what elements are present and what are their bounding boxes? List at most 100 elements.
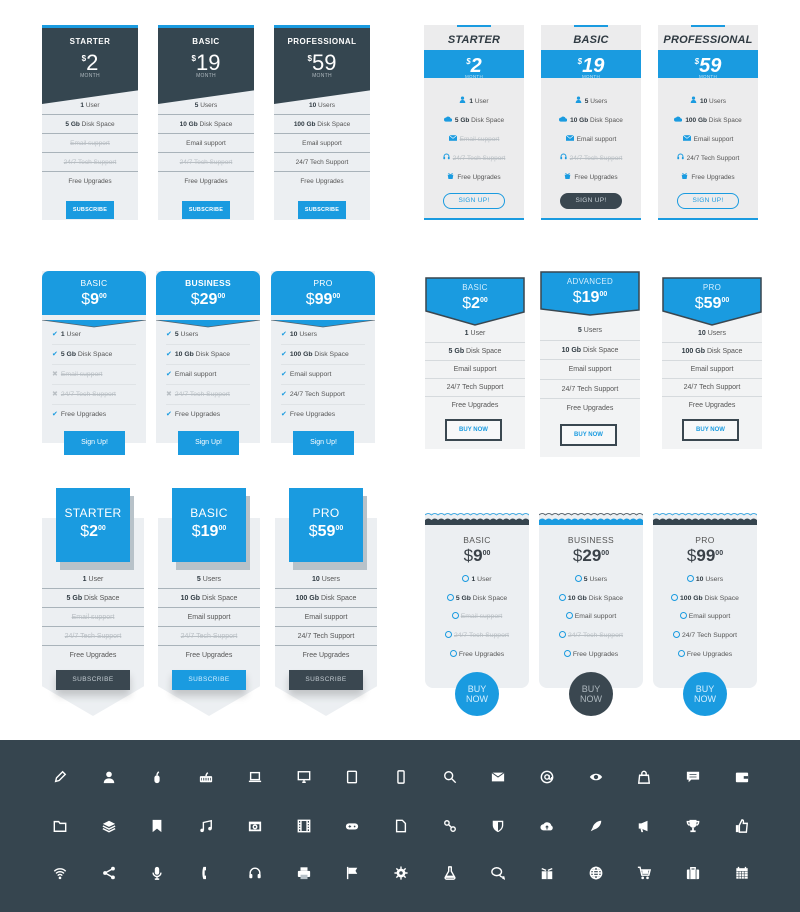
feature-label: User	[468, 330, 486, 337]
bookmark-icon[interactable]	[147, 816, 167, 836]
sign-up-button[interactable]: SIGN UP!	[677, 193, 739, 209]
keyboard-icon[interactable]	[196, 767, 216, 787]
cloud-upload-icon[interactable]	[537, 816, 557, 836]
gear-icon[interactable]	[391, 863, 411, 883]
sign-up-button[interactable]: Sign Up!	[178, 431, 239, 455]
feature-item: 100 Gb Disk Space	[662, 343, 762, 361]
megaphone-icon[interactable]	[634, 816, 654, 836]
pricing-card: PRO $9900 10 Users 100 Gb Disk Space Email s…	[652, 511, 764, 716]
laptop-icon[interactable]	[245, 767, 265, 787]
sign-up-button[interactable]: SIGN UP!	[560, 193, 622, 209]
billing-period: MONTH	[582, 74, 600, 79]
feature-item: 1 User	[42, 570, 144, 589]
music-icon[interactable]	[196, 816, 216, 836]
mouse-icon[interactable]	[147, 767, 167, 787]
buy-now-button[interactable]: BUY NOW	[560, 424, 617, 446]
shield-icon[interactable]	[488, 816, 508, 836]
wavy-header-band	[538, 511, 650, 525]
headset-icon[interactable]	[245, 863, 265, 883]
eye-icon[interactable]	[586, 767, 606, 787]
folder-icon[interactable]	[50, 816, 70, 836]
subscribe-button[interactable]: SUBSCRIBE	[289, 670, 363, 690]
circle-bullet-icon	[449, 649, 457, 657]
feature-label: Free Upgrades	[302, 652, 350, 659]
flask-icon[interactable]	[440, 863, 460, 883]
share-icon[interactable]	[99, 863, 119, 883]
sign-up-button[interactable]: Sign Up!	[64, 431, 125, 455]
wavy-header-band	[652, 511, 764, 525]
thumbs-up-icon[interactable]	[732, 816, 752, 836]
buy-now-button[interactable]: BUY NOW	[455, 672, 499, 716]
at-sign-icon[interactable]	[537, 767, 557, 787]
film-icon[interactable]	[294, 816, 314, 836]
feature-label: Disk Space	[586, 594, 624, 602]
buy-now-button[interactable]: BUY NOW	[682, 419, 739, 441]
globe-icon[interactable]	[586, 863, 606, 883]
feature-text: 10 Users	[309, 102, 335, 109]
user-icon[interactable]	[99, 767, 119, 787]
feature-label: 24/7 Tech Support	[64, 633, 122, 640]
plan-price: $2	[424, 50, 524, 76]
feature-label: Free Upgrades	[566, 405, 614, 412]
layers-icon[interactable]	[99, 816, 119, 836]
feature-label: Email support	[186, 140, 226, 147]
feature-list: ✔ 10 Users ✔ 100 Gb Disk Space ✔ Email suppor…	[281, 325, 365, 425]
buy-now-button[interactable]: BUY NOW	[569, 672, 613, 716]
shopping-cart-icon[interactable]	[634, 863, 654, 883]
flag-icon[interactable]	[342, 863, 362, 883]
feature-label: Disk Space	[581, 346, 619, 354]
shopping-bag-icon[interactable]	[634, 767, 654, 787]
billing-period: MONTH	[699, 74, 717, 79]
buy-now-button[interactable]: BUY NOW	[445, 419, 502, 441]
pencil-icon[interactable]	[50, 767, 70, 787]
subscribe-button[interactable]: SUBSCRIBE	[66, 201, 114, 219]
telephone-icon[interactable]	[196, 863, 216, 883]
feature-value: 100 Gb	[685, 117, 707, 124]
circle-bullet-icon	[677, 649, 685, 657]
sign-up-button[interactable]: SIGN UP!	[443, 193, 505, 209]
price-band: $19 MONTH	[541, 50, 641, 79]
plan-name: PROFESSIONAL	[287, 37, 357, 46]
printer-icon[interactable]	[294, 863, 314, 883]
document-icon[interactable]	[391, 816, 411, 836]
feature-item: Email support	[541, 130, 641, 149]
feature-value: 5 Gb	[448, 348, 465, 355]
wifi-icon[interactable]	[50, 863, 70, 883]
feature-item: 10 Gb Disk Space	[539, 590, 643, 609]
chat-bubbles-icon[interactable]	[488, 863, 508, 883]
feature-item: ✔ 5 Gb Disk Space	[52, 345, 136, 365]
circle-bullet-icon	[446, 593, 454, 601]
buy-now-button[interactable]: BUY NOW	[683, 672, 727, 716]
feature-item: Email support	[658, 130, 758, 149]
subscribe-button[interactable]: SUBSCRIBE	[182, 201, 230, 219]
rocket-icon[interactable]	[586, 816, 606, 836]
phone-icon[interactable]	[391, 767, 411, 787]
cross-icon: ✖	[166, 391, 172, 398]
subscribe-button[interactable]: SUBSCRIBE	[172, 670, 246, 690]
briefcase-icon[interactable]	[683, 863, 703, 883]
subscribe-button[interactable]: SUBSCRIBE	[56, 670, 130, 690]
tablet-icon[interactable]	[342, 767, 362, 787]
feature-item: 24/7 Tech Support	[424, 149, 524, 168]
currency-symbol: $	[308, 523, 318, 540]
photo-icon[interactable]	[245, 816, 265, 836]
envelope-icon[interactable]	[488, 767, 508, 787]
trophy-icon[interactable]	[683, 816, 703, 836]
price-band: $2 MONTH	[424, 50, 524, 79]
sign-up-button[interactable]: Sign Up!	[293, 431, 354, 455]
link-icon[interactable]	[440, 816, 460, 836]
gamepad-icon[interactable]	[342, 816, 362, 836]
calendar-icon[interactable]	[732, 863, 752, 883]
feature-text: Free Upgrades	[574, 174, 617, 181]
monitor-icon[interactable]	[294, 767, 314, 787]
gift-box-icon[interactable]	[537, 863, 557, 883]
wallet-icon[interactable]	[732, 767, 752, 787]
wavy-header-band	[424, 511, 536, 525]
feature-text: Email support	[188, 614, 231, 621]
price-cents: 00	[599, 291, 608, 298]
feature-item: Free Upgrades	[42, 172, 138, 191]
subscribe-button[interactable]: SUBSCRIBE	[298, 201, 346, 219]
search-icon[interactable]	[440, 767, 460, 787]
microphone-icon[interactable]	[147, 863, 167, 883]
chat-bubble-icon[interactable]	[683, 767, 703, 787]
